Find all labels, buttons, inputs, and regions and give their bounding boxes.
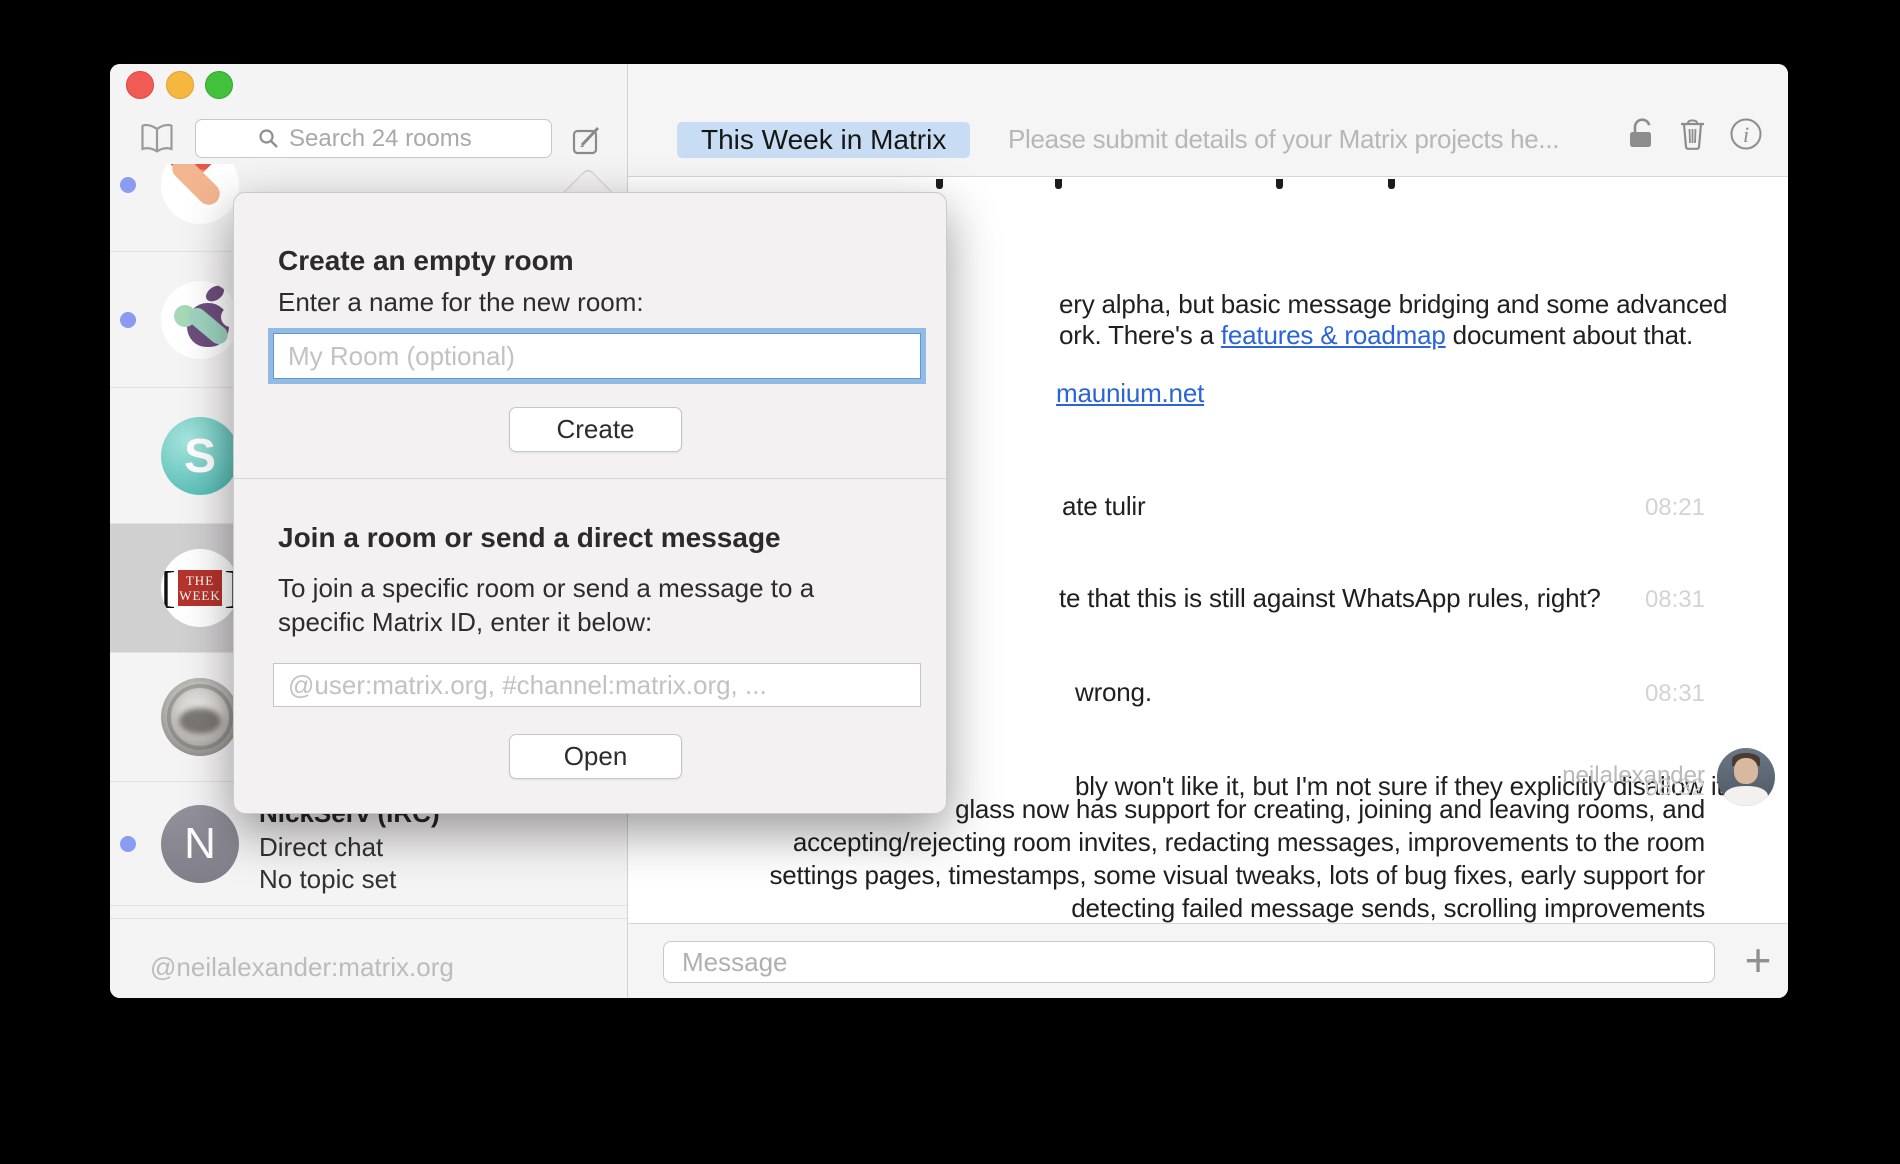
open-button[interactable]: Open (509, 734, 682, 779)
room-info-button[interactable]: i (1729, 114, 1769, 154)
room-avatar-apple (161, 281, 239, 359)
room-avatar-n: N (161, 805, 239, 883)
create-room-title: Create an empty room (278, 245, 574, 277)
the-week-logo: THE WEEK (178, 570, 223, 606)
zoom-button[interactable] (205, 71, 233, 99)
join-room-input[interactable] (274, 664, 920, 706)
own-message-sender: neilalexander (1562, 762, 1705, 790)
room-avatar-orange-k (161, 164, 239, 224)
encryption-unlocked-button[interactable] (1627, 114, 1667, 154)
join-room-field[interactable] (273, 663, 921, 707)
room-name-input[interactable] (274, 334, 920, 378)
room-topic-line: No topic set (259, 864, 396, 895)
sidebar-footer-divider (110, 918, 627, 919)
message-text: ate tulir (1062, 491, 1145, 522)
attach-button[interactable]: + (1736, 932, 1780, 988)
avatar-letter: S (184, 429, 216, 484)
create-room-popover: Create an empty room Enter a name for th… (233, 150, 947, 814)
delete-room-button[interactable] (1677, 114, 1717, 154)
features-roadmap-link[interactable]: features & roadmap (1221, 320, 1446, 350)
svg-text:i: i (1743, 122, 1749, 147)
create-button[interactable]: Create (509, 407, 682, 452)
close-button[interactable] (126, 71, 154, 99)
unread-dot (120, 177, 136, 193)
bracket-left: [ (161, 566, 176, 610)
room-topic[interactable]: Please submit details of your Matrix pro… (1008, 124, 1608, 155)
message-text: maunium.net (1056, 378, 1204, 409)
message-text: te that this is still against WhatsApp r… (1059, 583, 1601, 614)
info-icon: i (1729, 117, 1763, 151)
room-name-field[interactable] (273, 333, 921, 379)
popover-divider (234, 478, 946, 479)
composer-bar: + (628, 923, 1788, 998)
room-avatar-engraving (161, 678, 239, 756)
message-text: ery alpha, but basic message bridging an… (1059, 289, 1727, 351)
message-timestamp: 08:31 (1645, 586, 1705, 614)
join-room-description: To join a specific room or send a messag… (278, 571, 814, 639)
message-text: wrong. (1075, 677, 1152, 708)
search-input[interactable] (289, 125, 489, 153)
trash-icon (1677, 116, 1709, 152)
room-avatar-s: S (161, 417, 239, 495)
maunium-link[interactable]: maunium.net (1056, 378, 1204, 408)
room-type: Direct chat (259, 832, 383, 863)
message-input[interactable] (663, 941, 1715, 983)
room-avatar-the-week: [ THE WEEK ] (161, 549, 239, 627)
unread-dot (120, 312, 136, 328)
app-window: 1981 members S [ THE WEE (110, 64, 1788, 998)
message-timestamp: 08:21 (1645, 494, 1705, 522)
create-room-label: Enter a name for the new room: (278, 285, 644, 319)
unlocked-padlock-icon (1627, 116, 1659, 152)
minimize-button[interactable] (166, 71, 194, 99)
own-avatar (1717, 748, 1775, 806)
message-timestamp: 08:31 (1645, 680, 1705, 708)
join-room-title: Join a room or send a direct message (278, 522, 781, 554)
unread-dot (120, 836, 136, 852)
directory-book-icon[interactable] (140, 123, 174, 155)
search-icon (258, 128, 280, 150)
avatar-letter: N (184, 819, 216, 869)
current-user-id: @neilalexander:matrix.org (150, 952, 454, 983)
